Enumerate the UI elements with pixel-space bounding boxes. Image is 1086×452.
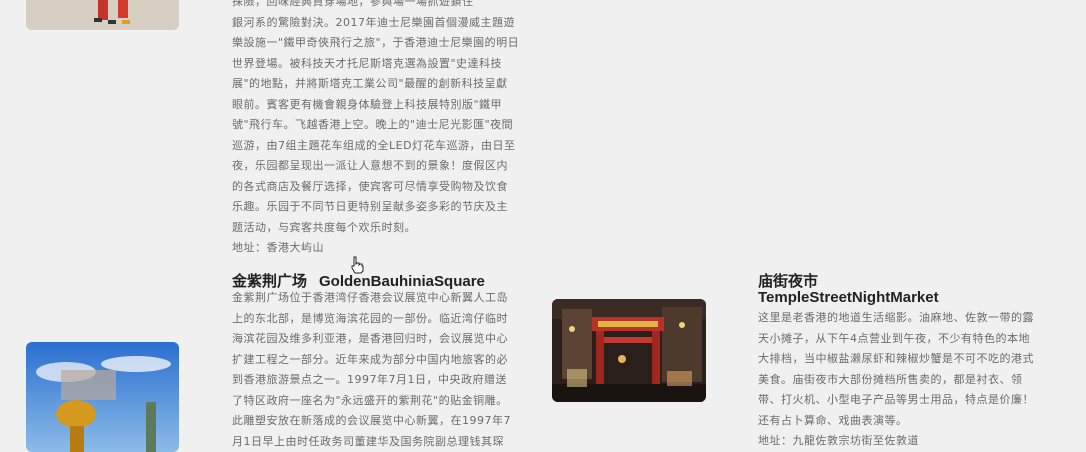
golden-bauhinia-line: 月1日早上由时任政务司董建华及国务院副总理钱其琛 [232,432,511,452]
golden-bauhinia-line: 海滨花园及维多利亚港，是香港回归时，会议展览中心 [232,329,511,350]
temple-street-address: 地址：九龍佐敦宗坊街至佐敦道 [758,431,1034,452]
golden-bauhinia-line: 了特区政府一座名为"永远盛开的紫荆花"的贴金铜雕。 [232,391,511,412]
disney-line: 夜，乐园都呈现出一派让人意想不到的景象！度假区内 [232,156,519,177]
golden-bauhinia-line: 扩建工程之一部分。近年来成为部分中国内地旅客的必 [232,350,511,371]
disney-line: 眼前。賓客更有機會親身体驗登上科技展特別版"鐵甲 [232,95,519,116]
disney-line: 銀河系的驚險對決。2017年迪士尼樂園首個漫威主題遊 [232,13,519,34]
disney-description: 探險，回味經典貫穿場地，參與場一場抓遊鎖住 銀河系的驚險對決。2017年迪士尼樂… [232,0,519,259]
temple-street-line: 带、打火机、小型电子产品等男士用品，特点是价廉！ [758,390,1034,411]
disney-line: 题活动，与宾客共度每个欢乐时刻。 [232,218,519,239]
disney-line: 探險，回味經典貫穿場地，參與場一場抓遊鎖住 [232,0,519,13]
temple-street-title-cn: 庙街夜市 [758,270,818,291]
disney-address: 地址：香港大屿山 [232,238,519,259]
golden-bauhinia-line: 金紫荆广场位于香港湾仔香港会议展览中心新翼人工岛 [232,288,511,309]
temple-street-photo [552,299,706,402]
disney-line: 世界登場。被科技天才托尼斯塔克選為設置"史達科技 [232,54,519,75]
golden-bauhinia-line: 到香港旅游景点之一。1997年7月1日，中央政府赠送 [232,370,511,391]
temple-street-line: 美食。庙街夜市大部份摊档所售卖的，都是衬衣、领 [758,370,1034,391]
golden-bauhinia-line: 此雕塑安放在新落成的会议展览中心新翼，在1997年7 [232,411,511,432]
golden-bauhinia-photo [26,342,179,452]
temple-street-line: 天小摊子，从下午4点营业到午夜，不少有特色的本地 [758,329,1034,350]
disney-line: 展"的地點，并將斯塔克工業公司"最醒的創新科技呈獻 [232,74,519,95]
temple-street-description: 这里是老香港的地道生活缩影。油麻地、佐敦一带的露 天小摊子，从下午4点营业到午夜… [758,308,1034,452]
temple-street-title-en: TempleStreetNightMarket [758,289,939,306]
disney-line: 巡游，由7组主題花车组成的全LED灯花车巡游，由日至 [232,136,519,157]
disney-photo [26,0,179,30]
disney-line: 樂設施一"鐵甲奇俠飛行之旅"，于香港迪士尼樂園的明日 [232,33,519,54]
temple-street-line: 还有占卜算命、戏曲表演等。 [758,411,1034,432]
golden-bauhinia-line: 上的东北部，是博览海滨花园的一部份。临近湾仔临时 [232,309,511,330]
temple-street-line: 大排档，当中椒盐濑尿虾和辣椒炒蟹是不可不吃的港式 [758,349,1034,370]
hand-cursor-icon [350,256,364,274]
disney-line: 號"飛行车。飞越香港上空。晚上的"迪士尼光影匯"夜間 [232,115,519,136]
disney-line: 乐趣。乐园于不同节日更特别呈献多姿多彩的节庆及主 [232,197,519,218]
golden-bauhinia-description: 金紫荆广场位于香港湾仔香港会议展览中心新翼人工岛 上的东北部，是博览海滨花园的一… [232,288,511,452]
temple-street-line: 这里是老香港的地道生活缩影。油麻地、佐敦一带的露 [758,308,1034,329]
disney-line: 的各式商店及餐厅选择，使宾客可尽情享受购物及饮食 [232,177,519,198]
